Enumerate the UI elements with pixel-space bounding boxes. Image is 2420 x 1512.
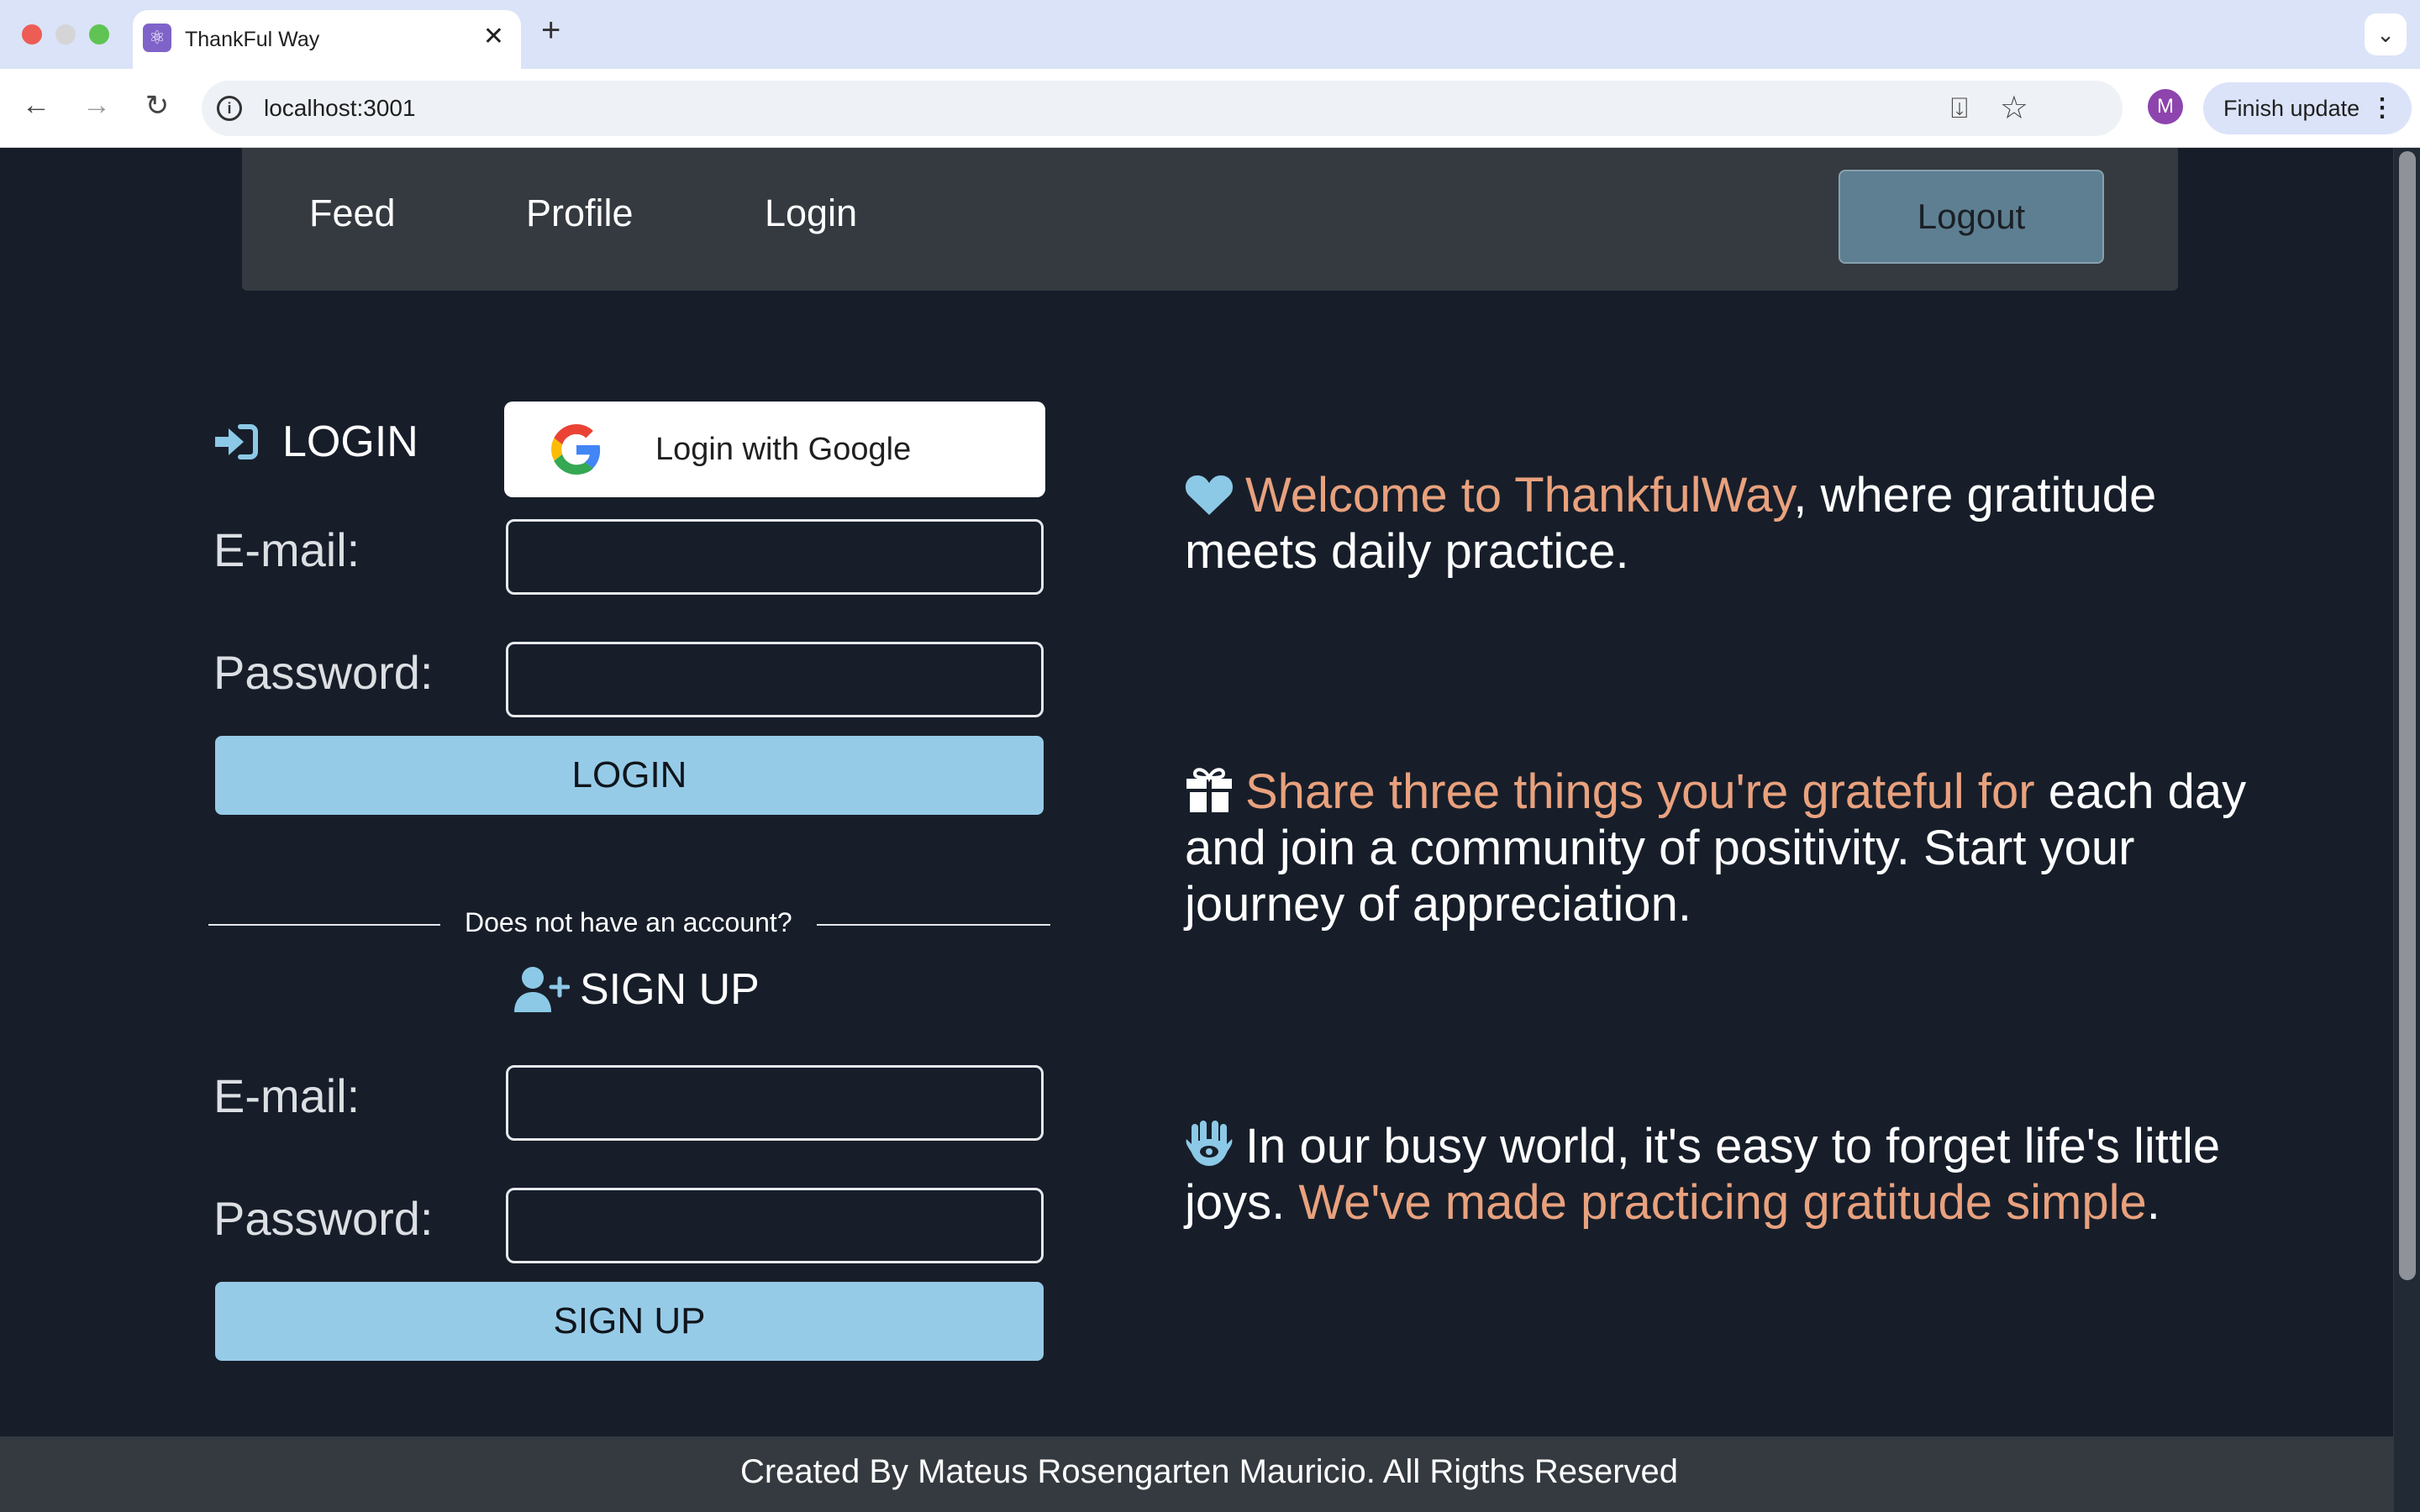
page-scrollbar[interactable] [2393,148,2420,1512]
url-text[interactable]: localhost:3001 [264,95,416,122]
no-account-text: Does not have an account? [465,907,792,937]
reload-icon[interactable]: ↻ [138,89,176,123]
divider-line-right [817,924,1050,926]
back-arrow-icon[interactable]: ← [17,89,55,122]
tab-title: ThankFul Way [185,28,320,51]
tab-close-icon[interactable]: ✕ [483,22,504,51]
user-plus-icon [514,967,570,1012]
window-close-button[interactable] [22,24,42,45]
forward-arrow-icon[interactable]: → [77,89,116,122]
intro-paragraph-share: Share three things you're grateful for e… [1185,764,2260,932]
address-bar[interactable]: i localhost:3001 ⍗ ☆ [202,81,2123,136]
welcome-highlight: Welcome to ThankfulWay [1245,468,1794,522]
sign-in-icon [215,424,258,459]
finish-update-button[interactable]: Finish update ⋮ [2203,82,2412,134]
browser-tab-active[interactable]: ⚛ ThankFul Way ✕ [133,10,521,69]
intro-paragraph-simple: In our busy world, it's easy to forget l… [1185,1118,2260,1231]
google-logo-icon [551,424,601,475]
divider-line-left [208,924,440,926]
signup-password-label: Password: [213,1192,434,1245]
share-highlight: Share three things you're grateful for [1245,764,2035,819]
login-submit-button[interactable]: LOGIN [215,736,1044,815]
logout-button[interactable]: Logout [1839,170,2104,264]
login-email-label: E-mail: [213,523,360,576]
tab-search-button[interactable]: ⌄ [2365,13,2407,55]
login-heading: LOGIN [212,417,418,467]
intro-paragraph-welcome: Welcome to ThankfulWay, where gratitude … [1185,467,2260,580]
google-login-button[interactable]: Login with Google [504,402,1045,497]
top-navbar: Feed Profile Login Logout [242,148,2178,291]
signup-email-input[interactable] [506,1065,1044,1141]
hamsa-icon [1186,1121,1233,1166]
scrollbar-thumb[interactable] [2399,151,2416,1280]
footer-text: Created By Mateus Rosengarten Mauricio. … [739,1453,1679,1490]
nav-link-profile[interactable]: Profile [526,192,634,235]
login-password-input[interactable] [506,642,1044,717]
browser-tab-strip: ⚛ ThankFul Way ✕ + ⌄ [0,0,2420,69]
signup-heading-text: SIGN UP [580,965,760,1014]
page-viewport: Feed Profile Login Logout LOGIN Login wi… [0,148,2393,1512]
signup-password-input[interactable] [506,1188,1044,1263]
gift-icon [1186,768,1232,812]
window-minimize-button[interactable] [55,24,76,45]
login-email-input[interactable] [506,519,1044,595]
browser-menu-icon[interactable]: ⋮ [2370,82,2395,134]
finish-update-label: Finish update [2223,96,2360,121]
simple-highlight: We've made practicing gratitude simple [1298,1175,2147,1230]
profile-avatar[interactable]: M [2148,89,2183,124]
browser-toolbar: ← → ↻ i localhost:3001 ⍗ ☆ M Finish upda… [0,69,2420,148]
login-password-label: Password: [213,646,434,699]
new-tab-button[interactable]: + [541,12,560,50]
signup-heading: SIGN UP [513,964,760,1015]
nav-link-login[interactable]: Login [765,192,857,235]
bookmark-star-icon[interactable]: ☆ [2000,89,2028,127]
nav-link-feed[interactable]: Feed [309,192,396,235]
login-heading-text: LOGIN [282,417,418,466]
signup-email-label: E-mail: [213,1069,360,1122]
simple-end: . [2146,1175,2160,1230]
window-zoom-button[interactable] [89,24,109,45]
heart-icon [1185,475,1234,515]
site-info-icon[interactable]: i [217,96,242,121]
signup-submit-button[interactable]: SIGN UP [215,1282,1044,1361]
install-app-icon[interactable]: ⍗ [1951,92,1968,125]
page-footer: Created By Mateus Rosengarten Mauricio. … [0,1436,2393,1512]
react-favicon-icon: ⚛ [143,24,171,52]
google-login-label: Login with Google [655,432,912,467]
